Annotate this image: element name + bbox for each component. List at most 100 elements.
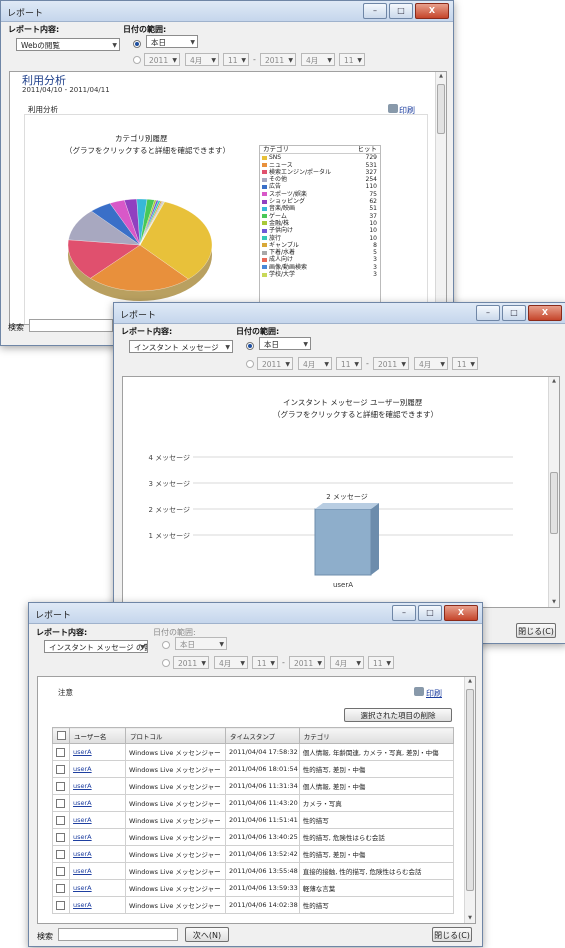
to-year-select[interactable]: 2011 ▼ <box>260 53 296 66</box>
row-select-cell[interactable] <box>52 845 70 863</box>
row-checkbox[interactable] <box>56 747 65 757</box>
to-month-select[interactable]: 4月 ▼ <box>330 656 364 669</box>
preset-range-radio[interactable] <box>162 641 170 649</box>
content-scrollbar[interactable]: ▲ ▼ <box>548 377 559 607</box>
report-content-select[interactable]: インスタント メッセージ ▼ <box>129 340 233 353</box>
user-link[interactable]: userA <box>69 828 126 846</box>
user-link[interactable]: userA <box>69 896 126 914</box>
print-link[interactable]: 印刷 <box>426 688 442 699</box>
delete-selected-button[interactable]: 選択された項目の削除 <box>344 708 452 722</box>
from-day-select[interactable]: 11 ▼ <box>252 656 278 669</box>
row-select-cell[interactable] <box>52 794 70 812</box>
close-window-button[interactable]: X <box>415 3 449 19</box>
date-preset-select[interactable]: 本日 ▼ <box>175 637 227 650</box>
pie-chart[interactable] <box>25 115 265 325</box>
from-month-select[interactable]: 4月 ▼ <box>185 53 219 66</box>
row-checkbox[interactable] <box>56 849 65 859</box>
date-preset-select[interactable]: 本日 ▼ <box>259 337 311 350</box>
preset-range-radio[interactable] <box>133 40 141 48</box>
row-select-cell[interactable] <box>52 760 70 778</box>
from-month-select[interactable]: 4月 ▼ <box>298 357 332 370</box>
scroll-up-arrow-icon[interactable]: ▲ <box>465 677 475 686</box>
maximize-button[interactable]: □ <box>389 3 413 19</box>
title-bar[interactable]: レポート – □ X <box>1 1 453 22</box>
user-link[interactable]: userA <box>69 811 126 829</box>
search-input[interactable] <box>29 319 113 332</box>
scroll-down-arrow-icon[interactable]: ▼ <box>465 914 475 923</box>
column-header-protocol[interactable]: プロトコル <box>125 727 226 744</box>
minimize-button[interactable]: – <box>476 305 500 321</box>
to-day-select[interactable]: 11 ▼ <box>339 53 365 66</box>
custom-range-radio[interactable] <box>133 56 141 64</box>
report-content-select[interactable]: インスタント メッセージ の警告 ▼ <box>44 640 148 653</box>
content-scrollbar[interactable]: ▲ ▼ <box>435 72 446 324</box>
date-preset-select[interactable]: 本日 ▼ <box>146 35 198 48</box>
row-checkbox[interactable] <box>56 781 65 791</box>
from-day-select[interactable]: 11 ▼ <box>336 357 362 370</box>
column-header-timestamp[interactable]: タイムスタンプ <box>225 727 300 744</box>
to-day-select[interactable]: 11 ▼ <box>368 656 394 669</box>
user-link[interactable]: userA <box>69 862 126 880</box>
row-select-cell[interactable] <box>52 743 70 761</box>
minimize-button[interactable]: – <box>392 605 416 621</box>
row-select-cell[interactable] <box>52 777 70 795</box>
table-row[interactable]: userA Windows Live メッセンジャー 2011/04/06 18:0… <box>52 760 455 778</box>
printer-icon[interactable] <box>414 687 424 696</box>
from-year-select[interactable]: 2011 ▼ <box>173 656 209 669</box>
row-select-cell[interactable] <box>52 828 70 846</box>
table-row[interactable]: userA Windows Live メッセンジャー 2011/04/06 13:4… <box>52 828 455 846</box>
column-header-category[interactable]: カテゴリ <box>298 727 455 744</box>
title-bar[interactable]: レポート – □ X <box>29 603 482 624</box>
pie-chart-area[interactable]: カテゴリ別履歴 （グラフをクリックすると詳細を確認できます） カテゴリ ヒット … <box>24 114 428 325</box>
scroll-up-arrow-icon[interactable]: ▲ <box>436 72 446 81</box>
title-bar[interactable]: レポート – □ X <box>114 303 565 324</box>
to-month-select[interactable]: 4月 ▼ <box>301 53 335 66</box>
scroll-down-arrow-icon[interactable]: ▼ <box>549 598 559 607</box>
table-row[interactable]: userA Windows Live メッセンジャー 2011/04/04 17:5… <box>52 743 455 761</box>
to-year-select[interactable]: 2011 ▼ <box>373 357 409 370</box>
row-checkbox[interactable] <box>56 883 65 893</box>
table-row[interactable]: userA Windows Live メッセンジャー 2011/04/06 13:5… <box>52 845 455 863</box>
row-checkbox[interactable] <box>56 832 65 842</box>
maximize-button[interactable]: □ <box>502 305 526 321</box>
row-checkbox[interactable] <box>56 798 65 808</box>
close-button[interactable]: 閉じる(C) <box>432 927 472 942</box>
scroll-up-arrow-icon[interactable]: ▲ <box>549 377 559 386</box>
scroll-thumb[interactable] <box>466 689 474 891</box>
scroll-thumb[interactable] <box>437 84 445 134</box>
row-select-cell[interactable] <box>52 811 70 829</box>
select-all-header[interactable] <box>52 727 70 744</box>
table-row[interactable]: userA Windows Live メッセンジャー 2011/04/06 11:5… <box>52 811 455 829</box>
row-checkbox[interactable] <box>56 866 65 876</box>
maximize-button[interactable]: □ <box>418 605 442 621</box>
custom-range-radio[interactable] <box>246 360 254 368</box>
table-row[interactable]: userA Windows Live メッセンジャー 2011/04/06 11:4… <box>52 794 455 812</box>
row-checkbox[interactable] <box>56 815 65 825</box>
table-row[interactable]: userA Windows Live メッセンジャー 2011/04/06 13:5… <box>52 879 455 897</box>
custom-range-radio[interactable] <box>162 659 170 667</box>
select-all-checkbox[interactable] <box>57 731 66 740</box>
row-checkbox[interactable] <box>56 900 65 910</box>
bar-userA[interactable] <box>314 508 372 576</box>
table-row[interactable]: userA Windows Live メッセンジャー 2011/04/06 13:5… <box>52 862 455 880</box>
report-content-select[interactable]: Webの閲覧 ▼ <box>16 38 120 51</box>
close-window-button[interactable]: X <box>444 605 478 621</box>
to-month-select[interactable]: 4月 ▼ <box>414 357 448 370</box>
to-year-select[interactable]: 2011 ▼ <box>289 656 325 669</box>
row-select-cell[interactable] <box>52 862 70 880</box>
user-link[interactable]: userA <box>69 845 126 863</box>
table-row[interactable]: userA Windows Live メッセンジャー 2011/04/06 14:0… <box>52 896 455 914</box>
close-button[interactable]: 閉じる(C) <box>516 623 556 638</box>
close-window-button[interactable]: X <box>528 305 562 321</box>
user-link[interactable]: userA <box>69 777 126 795</box>
printer-icon[interactable] <box>388 104 398 113</box>
scroll-thumb[interactable] <box>550 472 558 534</box>
from-month-select[interactable]: 4月 ▼ <box>214 656 248 669</box>
from-year-select[interactable]: 2011 ▼ <box>257 357 293 370</box>
content-scrollbar[interactable]: ▲ ▼ <box>464 677 475 923</box>
search-input[interactable] <box>58 928 178 941</box>
preset-range-radio[interactable] <box>246 342 254 350</box>
row-select-cell[interactable] <box>52 879 70 897</box>
minimize-button[interactable]: – <box>363 3 387 19</box>
user-link[interactable]: userA <box>69 794 126 812</box>
